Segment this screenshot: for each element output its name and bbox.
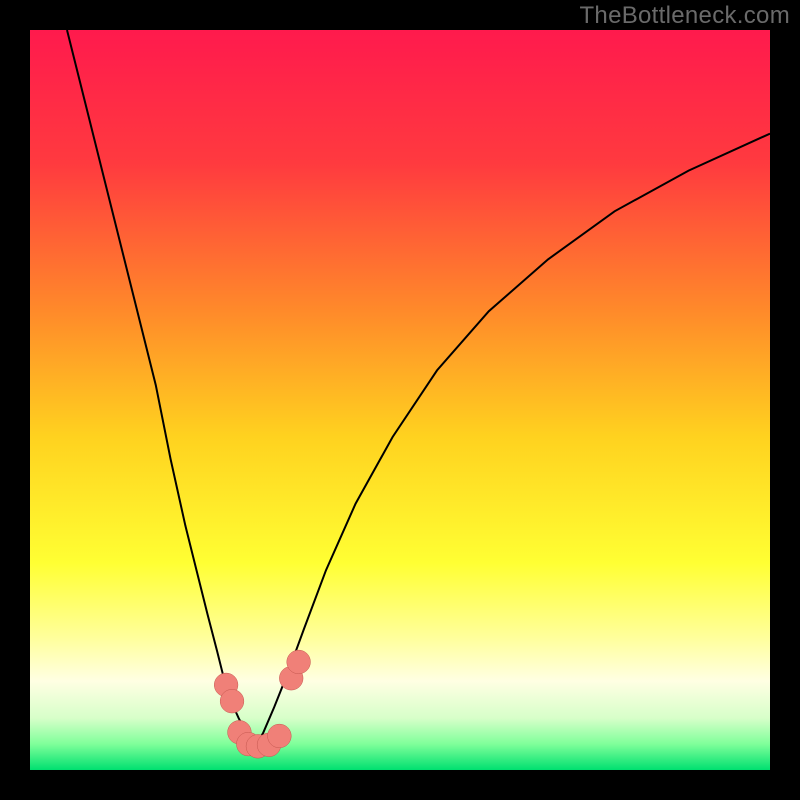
marker-g [268,724,292,748]
marker-i [287,650,311,674]
watermark-text: TheBottleneck.com [579,2,790,30]
gradient-background [30,30,770,770]
chart-svg [30,30,770,770]
plot-area [30,30,770,770]
chart-frame: TheBottleneck.com [0,0,800,800]
marker-b [220,689,244,713]
